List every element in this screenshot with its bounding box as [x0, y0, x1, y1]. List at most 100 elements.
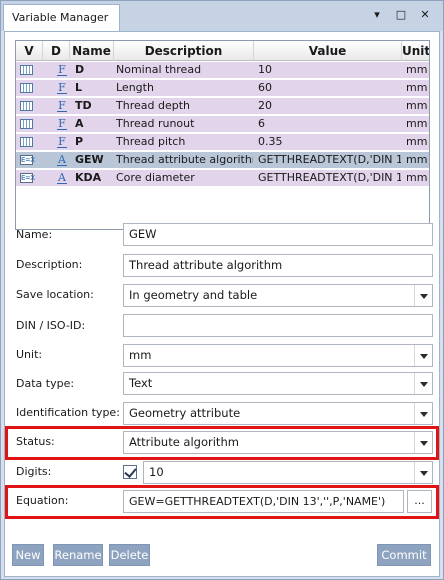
maximize-icon[interactable]: □	[394, 8, 408, 22]
cell-value: 10	[258, 63, 272, 76]
chevron-down-icon[interactable]	[414, 285, 432, 306]
cell-name: D	[75, 63, 85, 76]
din-iso-label: DIN / ISO-ID:	[16, 319, 86, 332]
equation-browse-button[interactable]: ...	[407, 490, 432, 513]
digits-value: 10	[149, 465, 164, 479]
cell-unit: mm	[406, 135, 428, 148]
table-row[interactable]: F A Thread runout 6 mm	[16, 116, 429, 133]
cell-name: TD	[75, 99, 92, 112]
table-row[interactable]: F D Nominal thread 10 mm	[16, 62, 429, 79]
cell-value: 20	[258, 99, 272, 112]
name-field[interactable]: GEW	[123, 223, 433, 246]
cell-description: Nominal thread	[116, 63, 202, 76]
expression-icon: E=X	[20, 173, 35, 183]
identification-type-label: Identification type:	[16, 406, 120, 419]
col-header-description[interactable]: Description	[114, 41, 254, 61]
chevron-down-icon[interactable]	[414, 462, 432, 483]
cell-name: A	[75, 117, 84, 130]
cell-name: KDA	[75, 171, 102, 184]
cell-unit: mm	[406, 153, 428, 166]
name-label: Name:	[16, 228, 53, 241]
table-row-selected[interactable]: E=X A GEW Thread attribute algorithm GET…	[16, 152, 429, 169]
description-field[interactable]: Thread attribute algorithm	[123, 254, 433, 277]
menu-dropdown-icon[interactable]: ▾	[370, 8, 384, 22]
col-header-unit[interactable]: Unit	[402, 41, 429, 61]
variable-manager-window: Variable Manager ▾ □ ✕ V D Name Descript…	[0, 0, 444, 580]
table-icon	[20, 137, 33, 147]
cell-unit: mm	[406, 63, 428, 76]
save-location-select[interactable]: In geometry and table	[123, 284, 433, 307]
save-location-value: In geometry and table	[129, 288, 258, 302]
digits-select[interactable]: 10	[143, 461, 433, 484]
table-row[interactable]: F TD Thread depth 20 mm	[16, 98, 429, 115]
formula-icon: F	[57, 63, 67, 76]
data-type-value: Text	[129, 376, 153, 390]
window-title-tab[interactable]: Variable Manager	[3, 4, 120, 31]
formula-icon: F	[57, 99, 67, 112]
chevron-down-icon[interactable]	[414, 432, 432, 453]
title-bar: Variable Manager ▾ □ ✕	[1, 1, 443, 31]
status-value: Attribute algorithm	[129, 435, 239, 449]
cell-unit: mm	[406, 171, 428, 184]
table-icon	[20, 65, 33, 75]
equation-label: Equation:	[16, 494, 69, 507]
table-icon	[20, 83, 33, 93]
col-header-d[interactable]: D	[43, 41, 70, 61]
chevron-down-icon[interactable]	[414, 345, 432, 366]
cell-value: 60	[258, 81, 272, 94]
identification-type-value: Geometry attribute	[129, 406, 241, 420]
cell-value: 0.35	[258, 135, 283, 148]
cell-unit: mm	[406, 81, 428, 94]
status-select[interactable]: Attribute algorithm	[123, 431, 433, 454]
identification-type-select[interactable]: Geometry attribute	[123, 402, 433, 425]
digits-checkbox[interactable]	[123, 465, 137, 479]
attribute-icon: A	[57, 171, 67, 184]
digits-label: Digits:	[16, 465, 52, 478]
cell-value: GETTHREADTEXT(D,'DIN 1...	[258, 171, 401, 184]
cell-name: L	[75, 81, 83, 94]
delete-button[interactable]: Delete	[109, 544, 150, 566]
formula-icon: F	[57, 117, 67, 130]
formula-icon: F	[57, 81, 67, 94]
unit-select[interactable]: mm	[123, 344, 433, 367]
formula-icon: F	[57, 135, 67, 148]
commit-button[interactable]: Commit	[377, 544, 431, 566]
cell-description: Thread depth	[116, 99, 190, 112]
new-button[interactable]: New	[12, 544, 44, 566]
table-row[interactable]: E=X A KDA Core diameter GETTHREADTEXT(D,…	[16, 170, 429, 187]
din-iso-field[interactable]	[123, 314, 433, 337]
col-header-value[interactable]: Value	[254, 41, 402, 61]
col-header-name[interactable]: Name	[70, 41, 114, 61]
expression-icon: E=X	[20, 155, 35, 165]
close-icon[interactable]: ✕	[418, 8, 432, 22]
chevron-down-icon[interactable]	[414, 373, 432, 394]
cell-description: Thread runout	[116, 117, 195, 130]
table-row[interactable]: F L Length 60 mm	[16, 80, 429, 97]
data-type-select[interactable]: Text	[123, 372, 433, 395]
cell-unit: mm	[406, 117, 428, 130]
cell-name: P	[75, 135, 84, 148]
col-header-v[interactable]: V	[16, 41, 43, 61]
cell-value: GETTHREADTEXT(D,'DIN 1...	[258, 153, 401, 166]
cell-value: 6	[258, 117, 265, 130]
equation-field[interactable]: GEW=GETTHREADTEXT(D,'DIN 13','',P,'NAME'…	[123, 490, 404, 513]
cell-unit: mm	[406, 99, 428, 112]
cell-description: Thread pitch	[116, 135, 186, 148]
description-label: Description:	[16, 258, 83, 271]
unit-label: Unit:	[16, 348, 43, 361]
attribute-icon: A	[57, 153, 67, 166]
cell-description: Core diameter	[116, 171, 195, 184]
content-panel: V D Name Description Value Unit F D Nomi…	[4, 31, 440, 577]
window-title: Variable Manager	[12, 11, 109, 24]
table-row[interactable]: F P Thread pitch 0.35 mm	[16, 134, 429, 151]
cell-description: Length	[116, 81, 154, 94]
unit-value: mm	[129, 348, 152, 362]
chevron-down-icon[interactable]	[414, 403, 432, 424]
table-icon	[20, 119, 33, 129]
rename-button[interactable]: Rename	[53, 544, 103, 566]
variable-table: V D Name Description Value Unit F D Nomi…	[15, 40, 430, 230]
cell-description: Thread attribute algorithm	[116, 153, 253, 166]
status-label: Status:	[16, 435, 55, 448]
cell-name: GEW	[75, 153, 104, 166]
data-type-label: Data type:	[16, 377, 75, 390]
